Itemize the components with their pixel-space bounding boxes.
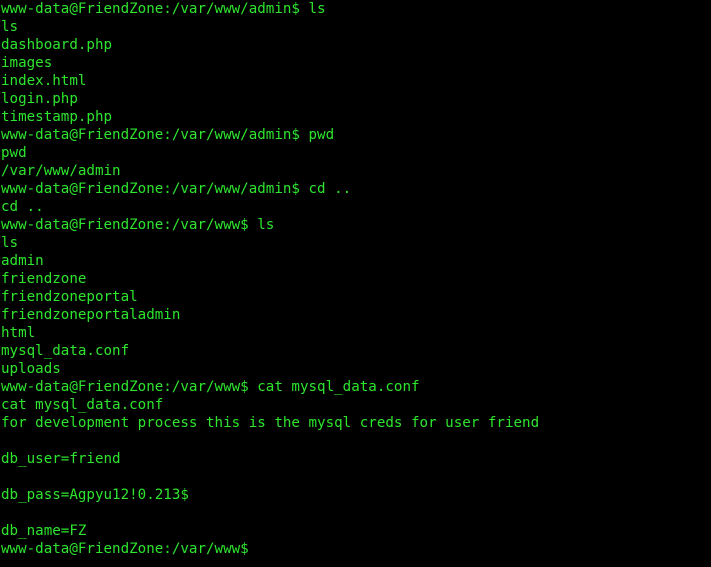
prompt-line: www-data@FriendZone:/var/www$ cat mysql_…	[1, 379, 420, 395]
output-line: /var/www/admin	[1, 163, 121, 179]
output-line: cd ..	[1, 199, 44, 215]
prompt-line: www-data@FriendZone:/var/www$ ls	[1, 217, 275, 233]
prompt-line: www-data@FriendZone:/var/www/admin$ cd .…	[1, 181, 352, 197]
output-line: images	[1, 55, 53, 71]
output-line: friendzoneportal	[1, 289, 138, 305]
output-line: cat mysql_data.conf	[1, 397, 164, 413]
output-line: mysql_data.conf	[1, 343, 130, 359]
output-line: index.html	[1, 73, 87, 89]
output-line: login.php	[1, 91, 78, 107]
output-line: db_user=friend	[1, 451, 121, 467]
output-line: html	[1, 325, 36, 341]
output-line: db_name=FZ	[1, 523, 87, 539]
output-line: for development process this is the mysq…	[1, 415, 540, 431]
output-line: admin	[1, 253, 44, 269]
output-line: timestamp.php	[1, 109, 113, 125]
prompt-line[interactable]: www-data@FriendZone:/var/www$	[1, 540, 539, 558]
prompt-line: www-data@FriendZone:/var/www/admin$ pwd	[1, 127, 335, 143]
output-line: ls	[1, 235, 19, 251]
output-line: uploads	[1, 361, 61, 377]
output-line: ls	[1, 19, 19, 35]
output-line: dashboard.php	[1, 37, 113, 53]
prompt-line: www-data@FriendZone:/var/www/admin$ ls	[1, 1, 326, 17]
output-line: pwd	[1, 145, 27, 161]
output-line: friendzone	[1, 271, 87, 287]
output-line: friendzoneportaladmin	[1, 307, 181, 323]
output-line: db_pass=Agpyu12!0.213$	[1, 487, 189, 503]
terminal-output: www-data@FriendZone:/var/www/admin$ ls l…	[1, 0, 539, 558]
terminal-window[interactable]: www-data@FriendZone:/var/www/admin$ ls l…	[0, 0, 711, 567]
